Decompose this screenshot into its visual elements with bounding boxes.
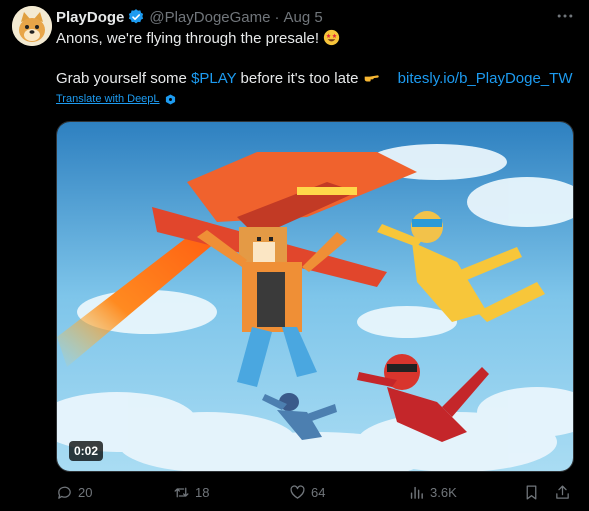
external-link[interactable]: bitesly.io/b_PlayDoge_TW (398, 70, 573, 87)
share-icon (556, 485, 569, 499)
author-handle[interactable]: @PlayDogeGame (149, 9, 270, 26)
views-icon (410, 486, 423, 499)
bookmark-icon (526, 485, 537, 500)
cashtag-link[interactable]: $PLAY (191, 70, 236, 87)
tweet-text-pre: Grab yourself some (56, 70, 192, 87)
tweet-text-line1: Anons, we're flying through the presale! (56, 29, 340, 49)
video-duration-badge: 0:02 (69, 441, 104, 461)
doge-avatar-image (12, 6, 52, 46)
video-player[interactable]: 0:02 (56, 121, 574, 472)
verified-icon (129, 9, 144, 24)
repost-count: 18 (195, 485, 210, 500)
reply-icon (58, 486, 71, 499)
more-icon[interactable] (555, 6, 575, 26)
tweet-text: Anons, we're flying through the presale! (56, 30, 320, 47)
author-name[interactable]: PlayDoge (56, 9, 124, 26)
translate-link[interactable]: Translate with DeepL (56, 93, 176, 105)
tweet-text-line2: Grab yourself some $PLAY before it's too… (56, 69, 572, 89)
tweet-text-post: before it's too late (236, 70, 359, 87)
action-bar: 20 18 64 3.6K (56, 484, 576, 506)
tweet-date[interactable]: Aug 5 (283, 9, 322, 26)
pointing-emoji-icon (364, 75, 379, 82)
like-count: 64 (311, 485, 326, 500)
star-struck-emoji-icon (323, 29, 340, 46)
deepl-icon (165, 93, 175, 105)
bookmark-button[interactable] (523, 484, 545, 501)
translate-label[interactable]: Translate with DeepL (56, 93, 160, 105)
video-thumbnail (57, 122, 573, 471)
tweet-header: PlayDoge @PlayDogeGame · Aug 5 (56, 6, 323, 28)
reply-button[interactable]: 20 (56, 484, 92, 501)
views-count: 3.6K (430, 485, 457, 500)
separator-dot: · (274, 8, 280, 26)
repost-icon (174, 487, 189, 498)
repost-button[interactable]: 18 (173, 484, 209, 501)
views-button[interactable]: 3.6K (408, 484, 457, 501)
reply-count: 20 (78, 485, 93, 500)
avatar[interactable] (12, 6, 52, 46)
like-button[interactable]: 64 (289, 484, 325, 501)
like-icon (290, 485, 305, 499)
share-button[interactable] (554, 484, 576, 501)
